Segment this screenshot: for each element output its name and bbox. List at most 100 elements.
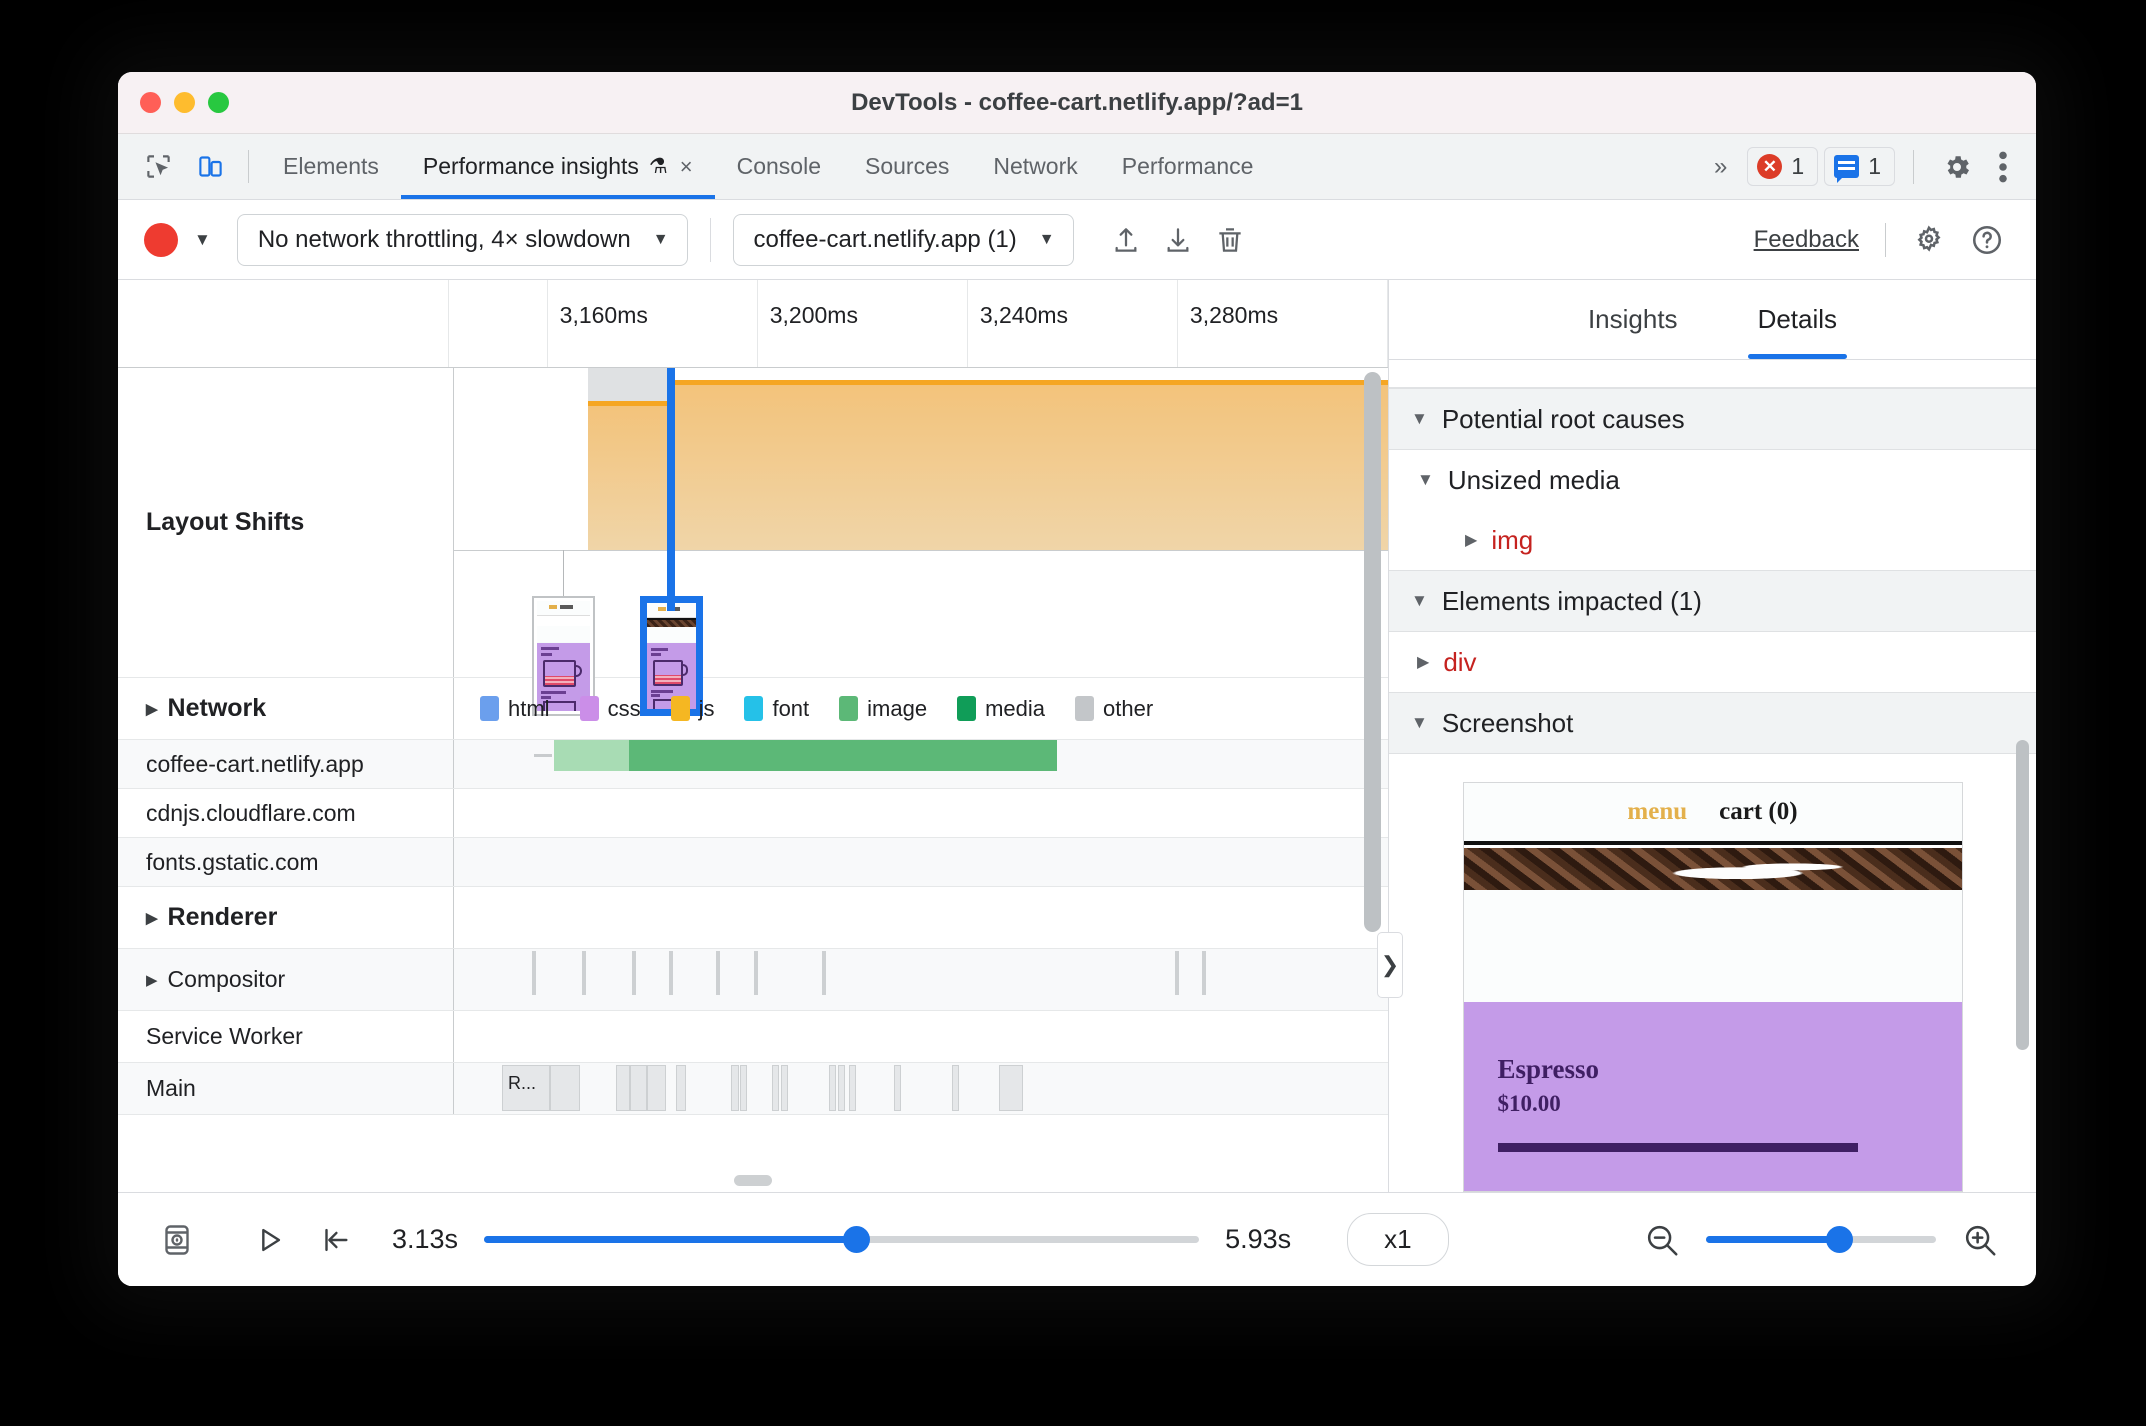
page-screenshot[interactable]: menu cart (0) Espresso $10.00 [1462, 782, 1963, 1192]
collapse-triangle-down-icon[interactable]: ▼ [1411, 591, 1428, 611]
track-label-renderer[interactable]: ▶ Renderer [118, 887, 454, 948]
track-compositor[interactable]: ▶ Compositor [118, 949, 1388, 1011]
compositor-track[interactable] [454, 949, 1388, 1010]
main-thread-track[interactable]: R... [454, 1063, 1388, 1114]
help-icon[interactable] [1960, 217, 2014, 263]
collapse-triangle-down-icon[interactable]: ▼ [1411, 713, 1428, 733]
upload-icon[interactable] [1100, 218, 1152, 262]
inspect-icon[interactable] [132, 134, 184, 199]
main-event-block[interactable] [616, 1065, 630, 1111]
main-event-block[interactable] [731, 1065, 739, 1111]
dom-node-tag[interactable]: img [1491, 525, 1533, 556]
main-event-block[interactable] [781, 1065, 788, 1111]
main-event-block[interactable] [849, 1065, 856, 1111]
main-event-block[interactable] [894, 1065, 901, 1111]
feedback-link[interactable]: Feedback [1754, 226, 1859, 254]
recording-select[interactable]: coffee-cart.netlify.app (1) ▼ [732, 213, 1074, 266]
expand-triangle-right-icon[interactable]: ▶ [146, 971, 158, 989]
playback-speed-button[interactable]: x1 [1347, 1213, 1449, 1266]
section-elements-impacted[interactable]: ▼ Elements impacted (1) [1389, 570, 2036, 632]
tab-elements[interactable]: Elements [261, 134, 401, 199]
request-download-bar[interactable] [629, 740, 1057, 771]
main-event-block[interactable] [838, 1065, 845, 1111]
download-icon[interactable] [1152, 218, 1204, 262]
error-count-badge[interactable]: ✕ 1 [1747, 147, 1819, 186]
main-event-block[interactable] [829, 1065, 836, 1111]
device-toolbar-icon[interactable] [184, 134, 236, 199]
main-event-block[interactable] [647, 1065, 666, 1111]
details-scroll-area[interactable]: ▼ Potential root causes ▼ Unsized media … [1389, 360, 2036, 1192]
tab-insights[interactable]: Insights [1578, 280, 1688, 359]
tab-sources[interactable]: Sources [843, 134, 971, 199]
network-request-row[interactable]: cdnjs.cloudflare.com [118, 789, 1388, 838]
expand-triangle-right-icon[interactable]: ▶ [146, 909, 158, 927]
kebab-menu-icon[interactable] [1988, 145, 2018, 189]
track-label-network[interactable]: ▶ Network [118, 678, 454, 739]
track-service-worker[interactable]: Service Worker [118, 1011, 1388, 1063]
root-cause-node-img[interactable]: ▶ img [1389, 510, 2036, 570]
maximize-window-button[interactable] [208, 92, 229, 113]
request-track[interactable] [454, 789, 1388, 837]
jump-to-start-icon[interactable] [304, 1209, 366, 1271]
main-event-block[interactable] [676, 1065, 686, 1111]
request-track[interactable] [454, 740, 1388, 788]
zoom-slider[interactable] [1706, 1225, 1936, 1255]
main-event-block[interactable] [952, 1065, 959, 1111]
track-renderer[interactable]: ▶ Renderer [118, 887, 1388, 949]
timeline-horizontal-grabber[interactable] [734, 1175, 772, 1186]
slider-knob[interactable] [842, 1226, 870, 1253]
more-tabs-icon[interactable]: » [1700, 153, 1741, 181]
main-event-block[interactable]: R... [502, 1065, 550, 1111]
close-window-button[interactable] [140, 92, 161, 113]
main-event-block[interactable] [630, 1065, 647, 1111]
main-event-block[interactable] [999, 1065, 1023, 1111]
tab-details[interactable]: Details [1747, 280, 1848, 359]
service-worker-track[interactable] [454, 1011, 1388, 1062]
minimize-window-button[interactable] [174, 92, 195, 113]
expand-triangle-right-icon[interactable]: ▶ [1465, 530, 1477, 550]
network-request-row[interactable]: fonts.gstatic.com [118, 838, 1388, 887]
details-vertical-scrollbar[interactable] [2016, 740, 2029, 1050]
record-options-chevron-down-icon[interactable]: ▼ [194, 230, 211, 250]
request-track[interactable] [454, 838, 1388, 886]
slider-knob[interactable] [1826, 1226, 1854, 1253]
layout-shift-bar-1[interactable] [588, 401, 674, 550]
main-event-block[interactable] [772, 1065, 779, 1111]
main-event-block[interactable] [550, 1065, 580, 1111]
timeline-pane[interactable]: 3,160ms 3,200ms 3,240ms 3,280ms Layout S… [118, 280, 1389, 1192]
main-event-block[interactable] [740, 1065, 747, 1111]
renderer-track[interactable] [454, 887, 1388, 948]
track-layout-shifts[interactable]: Layout Shifts [118, 368, 1388, 716]
playback-range-slider[interactable] [484, 1225, 1200, 1255]
tab-performance-insights[interactable]: Performance insights ⚗ × [400, 134, 715, 199]
request-wait-bar[interactable] [554, 740, 629, 771]
gear-icon[interactable] [1932, 146, 1982, 188]
throttling-select[interactable]: No network throttling, 4× slowdown ▼ [236, 213, 688, 266]
section-screenshot[interactable]: ▼ Screenshot [1389, 692, 2036, 754]
record-button[interactable] [144, 222, 178, 257]
close-tab-icon[interactable]: × [680, 154, 693, 180]
layout-shifts-track[interactable] [454, 368, 1388, 716]
network-request-row[interactable]: coffee-cart.netlify.app [118, 740, 1388, 789]
track-main[interactable]: Main R... [118, 1063, 1388, 1115]
root-cause-group-unsized-media[interactable]: ▼ Unsized media [1389, 450, 2036, 510]
expand-triangle-right-icon[interactable]: ▶ [1417, 652, 1429, 672]
zoom-out-icon[interactable] [1640, 1218, 1684, 1262]
tab-performance[interactable]: Performance [1100, 134, 1276, 199]
timeline-vertical-scrollbar[interactable] [1364, 372, 1381, 932]
dom-node-tag[interactable]: div [1443, 647, 1476, 678]
play-icon[interactable] [238, 1209, 300, 1271]
collapse-triangle-down-icon[interactable]: ▼ [1417, 470, 1434, 490]
gear-icon[interactable] [1902, 217, 1956, 263]
layout-shift-bar-2[interactable] [674, 380, 1388, 550]
collapse-triangle-down-icon[interactable]: ▼ [1411, 409, 1428, 429]
track-network[interactable]: ▶ Network html css js font image media o… [118, 678, 1388, 740]
trash-icon[interactable] [1204, 218, 1256, 262]
tab-console[interactable]: Console [715, 134, 843, 199]
expand-details-pane-button[interactable]: ❯ [1377, 932, 1403, 998]
message-count-badge[interactable]: 1 [1824, 147, 1895, 186]
section-potential-root-causes[interactable]: ▼ Potential root causes [1389, 388, 2036, 450]
filmstrip-icon[interactable] [146, 1209, 208, 1271]
zoom-in-icon[interactable] [1958, 1218, 2002, 1262]
track-label-compositor[interactable]: ▶ Compositor [118, 949, 454, 1010]
